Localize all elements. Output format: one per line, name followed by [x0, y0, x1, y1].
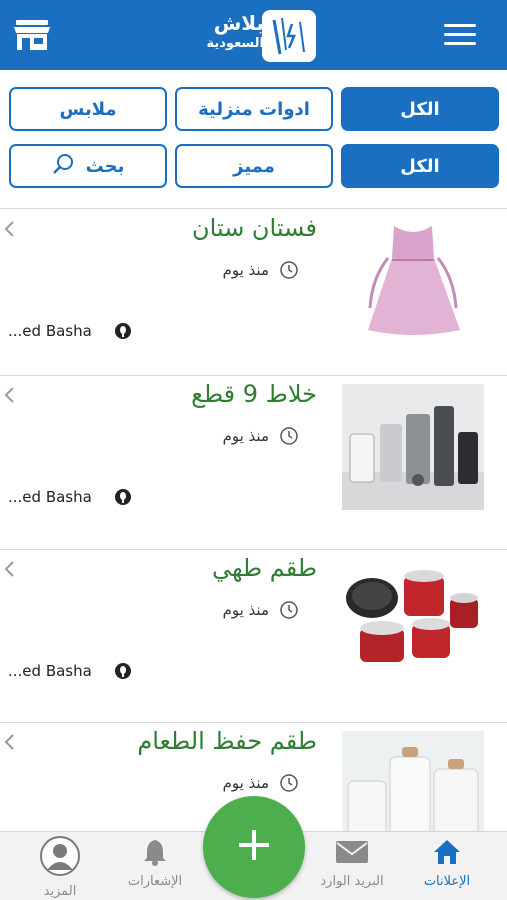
nav-label: الإعلانات: [423, 874, 471, 889]
listing-time: منذ يوم: [223, 426, 299, 446]
bell-icon: [105, 838, 205, 870]
home-icon: [397, 838, 497, 870]
nav-notifications[interactable]: الإشعارات: [105, 838, 205, 889]
logo-subtitle: السعودية: [206, 36, 265, 51]
listing-item[interactable]: خلاط 9 قطع منذ يوم ...ed Basha: [0, 376, 507, 548]
listing-seller: ...ed Basha: [8, 488, 132, 506]
listing-seller: ...ed Basha: [8, 662, 132, 680]
listing-time: منذ يوم: [223, 260, 299, 280]
nav-label: الإشعارات: [127, 874, 183, 889]
listing-image: [342, 384, 484, 510]
listing-seller: ...ed Basha: [8, 322, 132, 340]
search-label: بحث: [85, 155, 125, 177]
logo-badge-icon: [262, 10, 316, 62]
filter-featured[interactable]: مميز: [175, 144, 333, 188]
chevron-left-icon: [2, 560, 16, 578]
app-logo: بلاش السعودية: [182, 8, 322, 64]
add-listing-button[interactable]: [203, 796, 305, 898]
location-pin-icon: [114, 662, 132, 680]
listing-time: منذ يوم: [223, 773, 299, 793]
chevron-left-icon: [2, 733, 16, 751]
location-pin-icon: [114, 488, 132, 506]
filter-home-tools[interactable]: ادوات منزلية: [175, 87, 333, 131]
listing-item[interactable]: طقم طهي منذ يوم ...ed Basha: [0, 550, 507, 722]
search-icon: [52, 152, 76, 181]
listing-title: خلاط 9 قطع: [191, 380, 317, 408]
filter-label: مميز: [233, 155, 275, 177]
filter-all-types[interactable]: الكل: [341, 144, 499, 188]
nav-ads[interactable]: الإعلانات: [397, 838, 497, 889]
mail-icon: [302, 838, 402, 870]
hamburger-menu-icon[interactable]: [444, 24, 476, 48]
nav-inbox[interactable]: البريد الوارد: [302, 838, 402, 889]
filter-label: ملابس: [59, 98, 117, 120]
logo-name: بلاش: [213, 11, 264, 35]
chevron-left-icon: [2, 386, 16, 404]
nav-label: المزيد: [43, 884, 77, 899]
listing-item[interactable]: فستان ستان منذ يوم ...ed Basha: [0, 210, 507, 382]
listing-title: طقم حفظ الطعام: [137, 727, 317, 755]
listing-image: [342, 558, 484, 684]
seller-name: ...ed Basha: [8, 662, 92, 680]
search-button[interactable]: بحث: [9, 144, 167, 188]
listing-title: طقم طهي: [211, 554, 317, 582]
filter-label: الكل: [400, 98, 440, 120]
filter-all-categories[interactable]: الكل: [341, 87, 499, 131]
plus-icon: [237, 828, 271, 866]
filter-label: ادوات منزلية: [198, 98, 310, 120]
nav-label: البريد الوارد: [320, 874, 384, 889]
chevron-left-icon: [2, 220, 16, 238]
avatar-icon: [10, 836, 110, 880]
listing-image: [342, 218, 484, 344]
clock-icon: [279, 426, 299, 446]
filter-clothes[interactable]: ملابس: [9, 87, 167, 131]
clock-icon: [279, 600, 299, 620]
time-text: منذ يوم: [222, 774, 269, 792]
clock-icon: [279, 260, 299, 280]
listing-title: فستان ستان: [192, 214, 317, 242]
filter-label: الكل: [400, 155, 440, 177]
app-header: بلاش السعودية: [0, 0, 507, 70]
location-pin-icon: [114, 322, 132, 340]
listing-image: [342, 731, 484, 831]
listing-time: منذ يوم: [223, 600, 299, 620]
divider: [0, 208, 507, 209]
time-text: منذ يوم: [222, 601, 269, 619]
seller-name: ...ed Basha: [8, 488, 92, 506]
clock-icon: [279, 773, 299, 793]
time-text: منذ يوم: [222, 261, 269, 279]
time-text: منذ يوم: [222, 427, 269, 445]
nav-more[interactable]: المزيد: [10, 836, 110, 899]
seller-name: ...ed Basha: [8, 322, 92, 340]
store-icon[interactable]: [14, 20, 50, 50]
